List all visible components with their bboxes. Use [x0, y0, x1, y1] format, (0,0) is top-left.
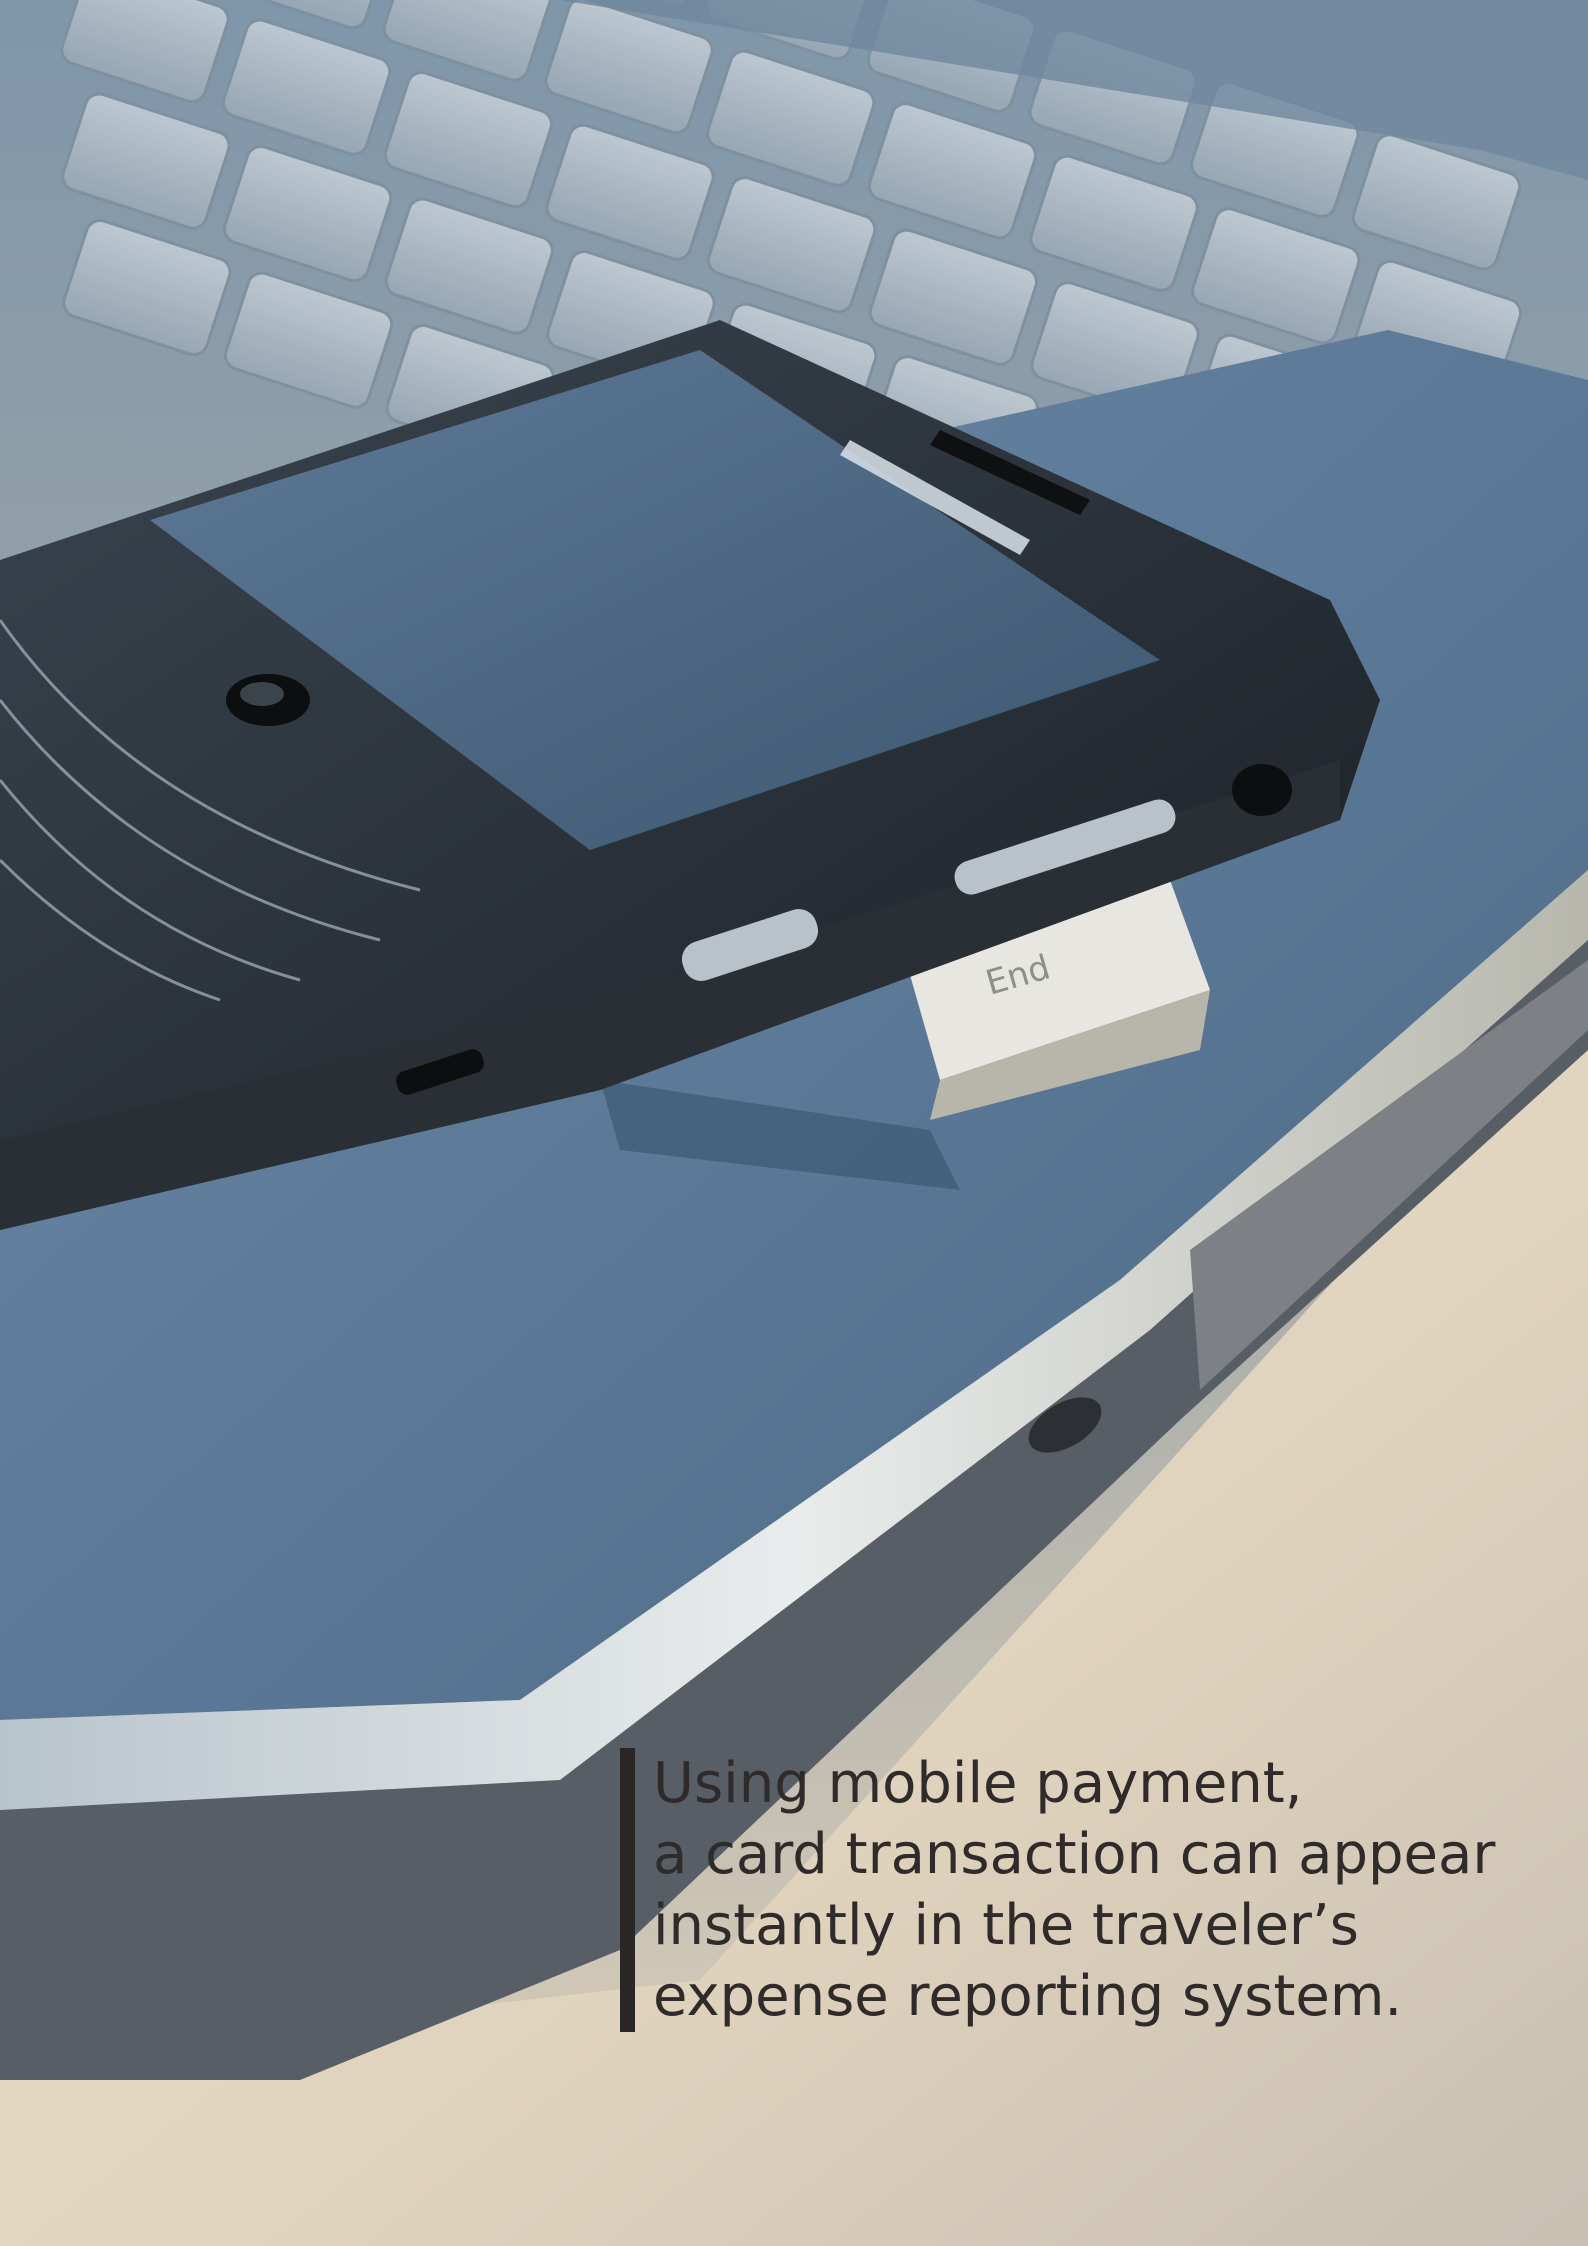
- caption-line: Using mobile payment,: [653, 1751, 1303, 1816]
- caption-line: a card transaction can appear: [653, 1822, 1496, 1887]
- photo-caption: Using mobile payment, a card transaction…: [620, 1748, 1588, 2032]
- caption-line: instantly in the traveler’s: [653, 1893, 1359, 1958]
- caption-line: expense reporting system.: [653, 1964, 1403, 2029]
